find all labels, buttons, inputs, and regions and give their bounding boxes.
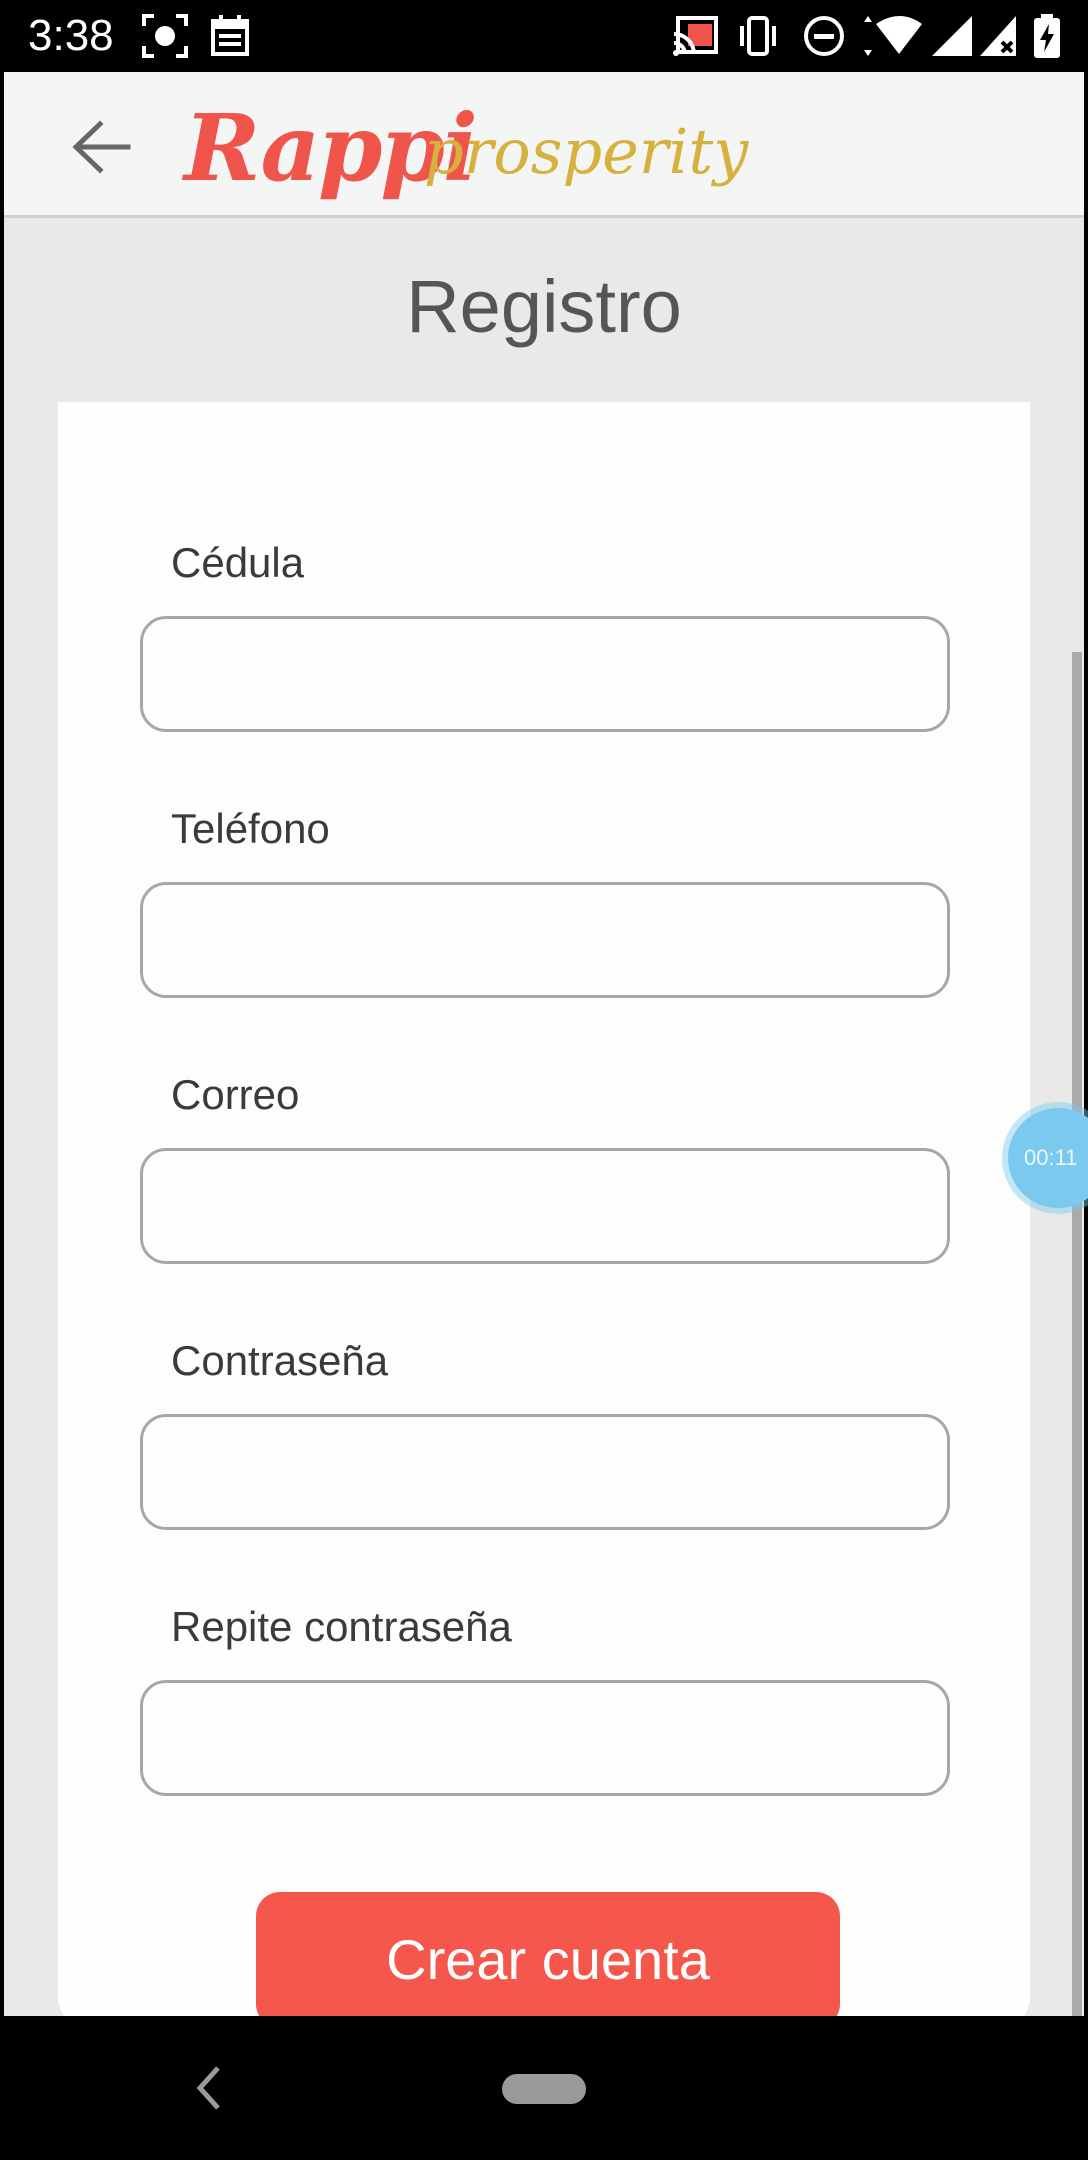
crear-cuenta-button[interactable]: Crear cuenta — [256, 1892, 840, 2016]
cedula-label: Cédula — [171, 539, 305, 586]
arrow-left-icon[interactable] — [64, 112, 144, 182]
page-title: Registro — [406, 265, 682, 348]
phone-screen: 3:38 Rappi prosperity Registro Cédula Te… — [0, 0, 1088, 2160]
signal-no-data-icon — [980, 16, 1016, 56]
screenshot-icon — [142, 14, 188, 58]
cast-icon — [673, 16, 718, 56]
telefono-input[interactable] — [140, 882, 950, 998]
app-window: Rappi prosperity Registro Cédula Teléfon… — [4, 72, 1084, 2016]
vibrate-icon — [740, 16, 776, 56]
status-bar: 3:38 — [0, 0, 1088, 72]
calendar-icon — [211, 15, 249, 56]
home-pill-icon[interactable] — [502, 2074, 586, 2104]
contrasena-input[interactable] — [140, 1414, 950, 1530]
navigation-bar — [0, 2016, 1088, 2160]
signal-icon — [932, 16, 972, 56]
cedula-input[interactable] — [140, 616, 950, 732]
contrasena-label: Contraseña — [171, 1337, 389, 1384]
telefono-label: Teléfono — [171, 805, 330, 852]
repite-contrasena-label: Repite contraseña — [171, 1603, 512, 1650]
app-toolbar: Rappi prosperity — [4, 72, 1084, 218]
registration-form-card: Cédula Teléfono Correo Contraseña Repite… — [58, 402, 1030, 2016]
logo-prosperity-text: prosperity — [424, 115, 749, 188]
wifi-icon — [864, 16, 922, 56]
correo-label: Correo — [171, 1071, 300, 1118]
nav-back-icon[interactable] — [190, 2060, 230, 2116]
rappi-prosperity-logo: Rappi prosperity — [184, 92, 748, 212]
scrollbar[interactable] — [1072, 652, 1082, 2016]
correo-input[interactable] — [140, 1148, 950, 1264]
do-not-disturb-icon — [804, 16, 844, 56]
battery-charging-icon — [1034, 14, 1060, 58]
repite-contrasena-input[interactable] — [140, 1680, 950, 1796]
status-time: 3:38 — [28, 11, 114, 60]
